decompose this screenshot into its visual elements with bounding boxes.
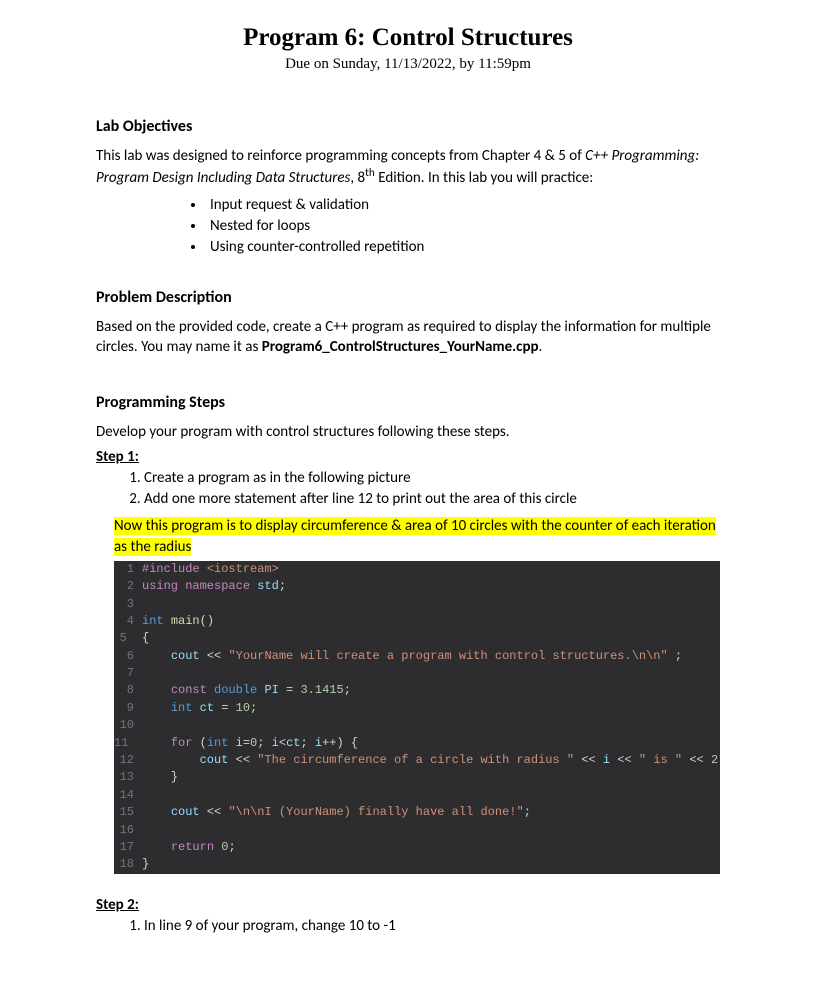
list-item: In line 9 of your program, change 10 to …	[144, 916, 720, 937]
code-content: #include <iostream>	[142, 561, 720, 578]
code-content: using namespace std;	[142, 578, 720, 595]
code-line: 1#include <iostream>	[114, 561, 720, 578]
problem-heading: Problem Description	[96, 288, 720, 307]
line-number: 7	[114, 665, 142, 682]
step2-label: Step 2:	[96, 896, 720, 914]
problem-post: .	[539, 338, 543, 356]
line-number: 8	[114, 682, 142, 699]
lab-objectives-heading: Lab Objectives	[96, 117, 720, 136]
code-content: {	[142, 630, 720, 647]
code-content: }	[142, 856, 720, 873]
code-line: 2using namespace std;	[114, 578, 720, 595]
problem-text: Based on the provided code, create a C++…	[96, 317, 720, 358]
code-line: 18}	[114, 856, 720, 873]
code-line: 5 {	[114, 630, 720, 647]
page-title: Program 6: Control Structures	[96, 24, 720, 52]
code-line: 15 cout << "\n\nI (YourName) finally hav…	[114, 804, 720, 821]
code-line: 9 int ct = 10;	[114, 700, 720, 717]
bullet-item: Nested for loops	[206, 216, 720, 237]
lab-objectives-intro: This lab was designed to reinforce progr…	[96, 146, 720, 189]
code-line: 11 for (int i=0; i<ct; i++) {	[114, 735, 720, 752]
code-content: cout << "The circumference of a circle w…	[142, 752, 720, 769]
code-content: cout << "\n\nI (YourName) finally have a…	[142, 804, 720, 821]
edition-post: Edition. In this lab you will practice:	[375, 169, 593, 187]
bullet-item: Input request & validation	[206, 195, 720, 216]
lab-intro-pre: This lab was designed to reinforce progr…	[96, 147, 585, 165]
code-line: 7	[114, 665, 720, 682]
code-content: for (int i=0; i<ct; i++) {	[142, 735, 720, 752]
code-content	[142, 787, 720, 804]
list-item: Add one more statement after line 12 to …	[144, 489, 720, 510]
line-number: 15	[114, 804, 142, 821]
code-content	[142, 822, 720, 839]
code-line: 13 }	[114, 769, 720, 786]
code-content: return 0;	[142, 839, 720, 856]
edition-pre: , 8	[350, 169, 365, 187]
line-number: 3	[114, 596, 142, 613]
step2-list: In line 9 of your program, change 10 to …	[96, 916, 720, 937]
line-number: 4	[114, 613, 142, 630]
code-content: }	[142, 769, 720, 786]
highlight-text: Now this program is to display circumfer…	[114, 517, 716, 555]
line-number: 6	[114, 648, 142, 665]
code-content	[142, 665, 720, 682]
code-content: cout << "YourName will create a program …	[142, 648, 720, 665]
code-line: 3	[114, 596, 720, 613]
code-line: 4int main()	[114, 613, 720, 630]
code-line: 12 cout << "The circumference of a circl…	[114, 752, 720, 769]
steps-heading: Programming Steps	[96, 393, 720, 412]
code-line: 16	[114, 822, 720, 839]
code-screenshot: 1#include <iostream>2using namespace std…	[114, 561, 720, 874]
line-number: 5	[114, 630, 142, 647]
step1-list: Create a program as in the following pic…	[96, 468, 720, 510]
line-number: 1	[114, 561, 142, 578]
lab-bullets: Input request & validation Nested for lo…	[96, 195, 720, 258]
code-line: 17 return 0;	[114, 839, 720, 856]
line-number: 14	[114, 787, 142, 804]
line-number: 11	[114, 735, 142, 752]
line-number: 2	[114, 578, 142, 595]
due-line: Due on Sunday, 11/13/2022, by 11:59pm	[96, 56, 720, 73]
problem-filename: Program6_ControlStructures_YourName.cpp	[262, 338, 539, 356]
line-number: 18	[114, 856, 142, 873]
line-number: 12	[114, 752, 142, 769]
line-number: 9	[114, 700, 142, 717]
line-number: 16	[114, 822, 142, 839]
line-number: 13	[114, 769, 142, 786]
code-line: 6 cout << "YourName will create a progra…	[114, 648, 720, 665]
bullet-item: Using counter-controlled repetition	[206, 237, 720, 258]
line-number: 10	[114, 717, 142, 734]
code-line: 8 const double PI = 3.1415;	[114, 682, 720, 699]
code-content: int ct = 10;	[142, 700, 720, 717]
code-content: const double PI = 3.1415;	[142, 682, 720, 699]
edition-sup: th	[365, 166, 375, 180]
list-item: Create a program as in the following pic…	[144, 468, 720, 489]
code-line: 10	[114, 717, 720, 734]
code-content: int main()	[142, 613, 720, 630]
code-content	[142, 596, 720, 613]
document-page: Program 6: Control Structures Due on Sun…	[0, 0, 816, 983]
step1-label: Step 1:	[96, 448, 720, 466]
code-line: 14	[114, 787, 720, 804]
code-content	[142, 717, 720, 734]
step1-highlight: Now this program is to display circumfer…	[114, 516, 720, 557]
line-number: 17	[114, 839, 142, 856]
steps-intro: Develop your program with control struct…	[96, 422, 720, 442]
